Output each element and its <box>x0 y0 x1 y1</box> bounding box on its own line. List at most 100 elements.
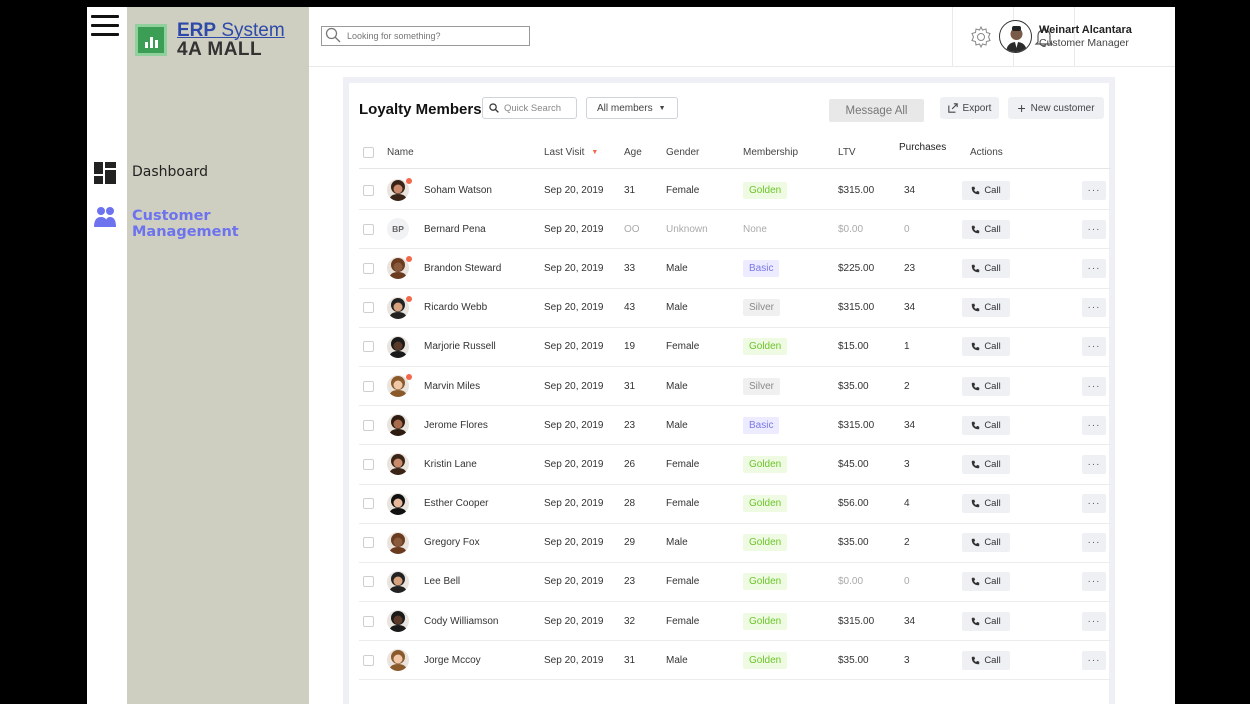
table-row[interactable]: Cody Williamson Sep 20, 2019 32 Female Golde… <box>359 602 1111 642</box>
dashboard-icon[interactable] <box>93 161 117 185</box>
avatar <box>387 374 412 398</box>
column-header-gender[interactable]: Gender <box>666 137 699 168</box>
table-row[interactable]: BP Bernard Pena Sep 20, 2019 OO Unknown None $… <box>359 210 1111 250</box>
phone-icon <box>972 303 980 312</box>
more-actions-button[interactable]: ··· <box>1082 415 1106 435</box>
more-actions-button[interactable]: ··· <box>1082 533 1106 553</box>
row-checkbox[interactable] <box>363 380 374 392</box>
table-row[interactable]: Jerome Flores Sep 20, 2019 23 Male Basic $315… <box>359 406 1111 446</box>
member-name[interactable]: Lee Bell <box>424 563 460 601</box>
search-box[interactable] <box>321 26 530 46</box>
column-header-ltv[interactable]: LTV <box>838 137 856 168</box>
member-name[interactable]: Gregory Fox <box>424 524 480 562</box>
row-checkbox[interactable] <box>363 576 374 588</box>
users-icon[interactable] <box>93 205 117 229</box>
call-button[interactable]: Call <box>962 454 1010 474</box>
more-actions-button[interactable]: ··· <box>1082 337 1106 357</box>
menu-icon[interactable] <box>91 15 119 37</box>
call-button[interactable]: Call <box>962 258 1010 278</box>
member-name[interactable]: Jorge Mccoy <box>424 641 481 679</box>
column-header-age[interactable]: Age <box>624 137 642 168</box>
more-actions-button[interactable]: ··· <box>1082 258 1106 278</box>
call-button[interactable]: Call <box>962 337 1010 357</box>
quick-search-input[interactable]: Quick Search <box>482 97 577 119</box>
row-checkbox[interactable] <box>363 654 374 666</box>
column-header-name[interactable]: Name <box>387 137 414 168</box>
call-button[interactable]: Call <box>962 572 1010 592</box>
call-button[interactable]: Call <box>962 298 1010 318</box>
brand[interactable]: ERP System 4A MALL <box>135 21 285 59</box>
more-icon: ··· <box>1087 654 1101 666</box>
gender: Male <box>666 302 688 314</box>
table-row[interactable]: Gregory Fox Sep 20, 2019 29 Male Golden $35.0… <box>359 524 1111 563</box>
call-button[interactable]: Call <box>962 533 1010 553</box>
call-button[interactable]: Call <box>962 494 1010 514</box>
member-name[interactable]: Bernard Pena <box>424 210 486 248</box>
member-name[interactable]: Esther Cooper <box>424 485 488 523</box>
select-all-checkbox[interactable] <box>363 147 374 158</box>
table-row[interactable]: Jorge Mccoy Sep 20, 2019 31 Male Golden $35.0… <box>359 641 1111 681</box>
more-actions-button[interactable]: ··· <box>1082 650 1106 670</box>
settings-icon[interactable] <box>969 25 993 49</box>
export-button[interactable]: Export <box>940 97 999 119</box>
ltv: $225.00 <box>838 262 875 274</box>
member-name[interactable]: Kristin Lane <box>424 445 477 483</box>
call-button[interactable]: Call <box>962 650 1010 670</box>
row-checkbox[interactable] <box>363 223 374 235</box>
more-actions-button[interactable]: ··· <box>1082 494 1106 514</box>
more-actions-button[interactable]: ··· <box>1082 219 1106 239</box>
member-name[interactable]: Ricardo Webb <box>424 289 487 327</box>
more-actions-button[interactable]: ··· <box>1082 572 1106 592</box>
search-input[interactable] <box>347 31 527 41</box>
member-name[interactable]: Soham Watson <box>424 171 492 209</box>
member-name[interactable]: Jerome Flores <box>424 406 488 444</box>
user-profile[interactable]: Weinart Alcantara Customer Manager <box>999 20 1132 53</box>
table-row[interactable]: Ricardo Webb Sep 20, 2019 43 Male Silver $315… <box>359 289 1111 328</box>
gender: Male <box>666 537 688 549</box>
member-name[interactable]: Marvin Miles <box>424 367 480 405</box>
column-header-last-visit[interactable]: Last Visit ▼ <box>544 137 598 168</box>
row-checkbox[interactable] <box>363 341 374 353</box>
members-filter-dropdown[interactable]: All members ▼ <box>586 97 678 119</box>
table-row[interactable]: Lee Bell Sep 20, 2019 23 Female Golden $0.00 0… <box>359 563 1111 603</box>
message-all-button[interactable]: Message All <box>829 99 924 122</box>
call-button[interactable]: Call <box>962 180 1010 200</box>
sidebar-item-dashboard[interactable]: Dashboard <box>132 164 208 180</box>
row-checkbox[interactable] <box>363 615 374 627</box>
age: 43 <box>624 302 636 314</box>
column-header-purchases[interactable]: Purchases <box>899 132 946 163</box>
table-row[interactable]: Marjorie Russell Sep 20, 2019 19 Female Gold… <box>359 328 1111 367</box>
row-checkbox[interactable] <box>363 498 374 510</box>
column-header-membership[interactable]: Membership <box>743 137 798 168</box>
membership-badge: Golden <box>743 495 788 513</box>
call-button[interactable]: Call <box>962 611 1010 631</box>
more-icon: ··· <box>1087 223 1101 235</box>
call-button[interactable]: Call <box>962 376 1010 396</box>
member-name[interactable]: Cody Williamson <box>424 602 498 640</box>
row-checkbox[interactable] <box>363 419 374 431</box>
row-checkbox[interactable] <box>363 458 374 470</box>
call-button[interactable]: Call <box>962 415 1010 435</box>
sort-desc-icon: ▼ <box>591 149 599 156</box>
call-button[interactable]: Call <box>962 219 1010 239</box>
table-row[interactable]: Soham Watson Sep 20, 2019 31 Female Golden $3… <box>359 171 1111 211</box>
row-checkbox[interactable] <box>363 302 374 314</box>
age: 23 <box>624 576 636 588</box>
member-name[interactable]: Marjorie Russell <box>424 328 496 366</box>
more-actions-button[interactable]: ··· <box>1082 454 1106 474</box>
row-checkbox[interactable] <box>363 262 374 274</box>
table-row[interactable]: Brandon Steward Sep 20, 2019 33 Male Basic $2… <box>359 249 1111 289</box>
table-row[interactable]: Esther Cooper Sep 20, 2019 28 Female Golden $… <box>359 485 1111 524</box>
more-actions-button[interactable]: ··· <box>1082 298 1106 318</box>
more-actions-button[interactable]: ··· <box>1082 611 1106 631</box>
more-icon: ··· <box>1087 537 1101 549</box>
member-name[interactable]: Brandon Steward <box>424 249 501 287</box>
row-checkbox[interactable] <box>363 184 374 196</box>
more-actions-button[interactable]: ··· <box>1082 376 1106 396</box>
sidebar-item-customer-management[interactable]: Customer Management <box>132 208 309 240</box>
table-row[interactable]: Kristin Lane Sep 20, 2019 26 Female Golden $4… <box>359 445 1111 485</box>
more-actions-button[interactable]: ··· <box>1082 180 1106 200</box>
row-checkbox[interactable] <box>363 537 374 549</box>
table-row[interactable]: Marvin Miles Sep 20, 2019 31 Male Silver $35.… <box>359 367 1111 407</box>
new-customer-button[interactable]: + New customer <box>1008 97 1104 119</box>
